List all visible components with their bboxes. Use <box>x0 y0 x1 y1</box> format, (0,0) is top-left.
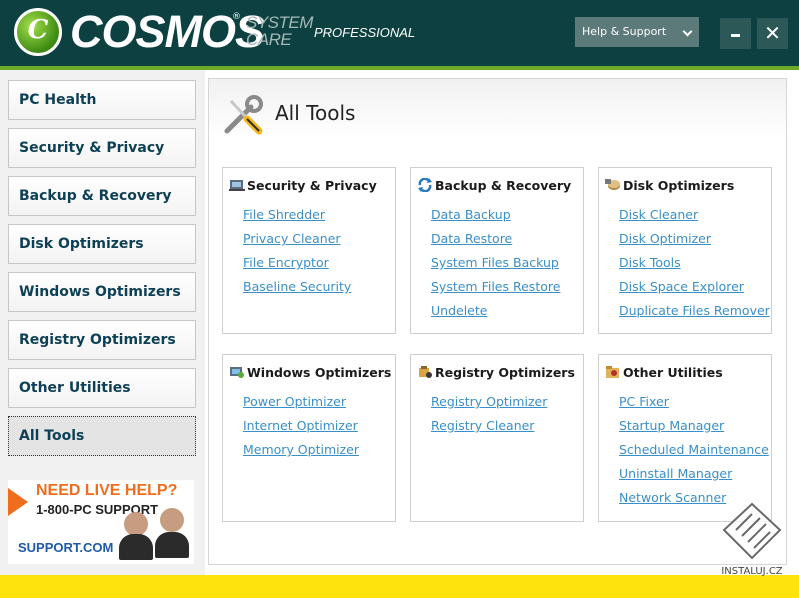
security-icon <box>229 180 245 191</box>
tool-group-other-utilities: Other Utilities PC Fixer Startup Manager… <box>598 354 772 522</box>
page-title: All Tools <box>275 101 356 125</box>
arrow-icon <box>8 488 28 516</box>
tool-group-windows-optimizers: Windows Optimizers Power Optimizer Inter… <box>222 354 396 522</box>
product-name-line1: SYSTEM <box>246 13 313 32</box>
help-support-dropdown[interactable]: Help & Support <box>575 17 699 47</box>
disk-icon <box>605 179 620 190</box>
minimize-button[interactable] <box>720 18 751 49</box>
chevron-down-icon <box>682 26 693 37</box>
sidebar-item-backup-recovery[interactable]: Backup & Recovery <box>8 176 196 216</box>
system-files-restore-link[interactable]: System Files Restore <box>431 279 560 294</box>
close-button[interactable]: ✕ <box>757 18 788 49</box>
title-bar: C COSMOS ® SYSTEM CARE PROFESSIONAL Help… <box>0 0 799 66</box>
tool-group-security-privacy: Security & Privacy File Shredder Privacy… <box>222 167 396 334</box>
memory-optimizer-link[interactable]: Memory Optimizer <box>243 442 359 457</box>
tool-group-registry-optimizers: Registry Optimizers Registry Optimizer R… <box>410 354 584 522</box>
all-tools-panel: All Tools Security & Privacy File Shredd… <box>208 78 787 565</box>
close-icon: ✕ <box>764 21 781 45</box>
data-backup-link[interactable]: Data Backup <box>431 207 511 222</box>
logo-letter: C <box>27 15 49 45</box>
data-restore-link[interactable]: Data Restore <box>431 231 512 246</box>
sidebar-item-pc-health[interactable]: PC Health <box>8 80 196 120</box>
startup-manager-link[interactable]: Startup Manager <box>619 418 724 433</box>
sidebar-item-all-tools[interactable]: All Tools <box>8 416 196 456</box>
help-support-label: Help & Support <box>582 25 667 38</box>
system-files-backup-link[interactable]: System Files Backup <box>431 255 559 270</box>
support-com-logo: SUPPORT.COM <box>18 540 114 555</box>
privacy-cleaner-link[interactable]: Privacy Cleaner <box>243 231 341 246</box>
sidebar-item-disk-optimizers[interactable]: Disk Optimizers <box>8 224 196 264</box>
sidebar-item-windows-optimizers[interactable]: Windows Optimizers <box>8 272 196 312</box>
registry-optimizer-link[interactable]: Registry Optimizer <box>431 394 547 409</box>
tool-group-backup-recovery: Backup & Recovery Data Backup Data Resto… <box>410 167 584 334</box>
file-shredder-link[interactable]: File Shredder <box>243 207 325 222</box>
registered-mark: ® <box>232 12 241 22</box>
disk-cleaner-link[interactable]: Disk Cleaner <box>619 207 698 222</box>
tool-group-title: Registry Optimizers <box>435 365 575 380</box>
backup-icon <box>418 178 432 192</box>
app-window: C COSMOS ® SYSTEM CARE PROFESSIONAL Help… <box>0 0 799 598</box>
minimize-icon <box>731 34 740 37</box>
tool-group-title: Security & Privacy <box>247 178 377 193</box>
utilities-icon <box>606 366 619 378</box>
internet-optimizer-link[interactable]: Internet Optimizer <box>243 418 358 433</box>
cosmos-logo-icon: C <box>14 8 62 56</box>
tool-group-title: Backup & Recovery <box>435 178 572 193</box>
footer-bar <box>0 575 799 598</box>
product-name: SYSTEM CARE <box>246 14 316 48</box>
product-name-line2: CARE <box>246 30 292 49</box>
windows-icon <box>230 367 244 378</box>
instaluj-watermark: INSTALUJ.CZ <box>710 500 794 592</box>
tool-group-title: Disk Optimizers <box>623 178 735 193</box>
registry-cleaner-link[interactable]: Registry Cleaner <box>431 418 534 433</box>
promo-headline: NEED LIVE HELP? <box>36 482 178 499</box>
file-encryptor-link[interactable]: File Encryptor <box>243 255 329 270</box>
sidebar-item-registry-optimizers[interactable]: Registry Optimizers <box>8 320 196 360</box>
disk-optimizer-link[interactable]: Disk Optimizer <box>619 231 711 246</box>
baseline-security-link[interactable]: Baseline Security <box>243 279 351 294</box>
duplicate-files-remover-link[interactable]: Duplicate Files Remover <box>619 303 770 318</box>
edition-label: PROFESSIONAL <box>314 25 416 40</box>
watermark-text: INSTALUJ.CZ <box>721 566 783 577</box>
tool-group-title: Other Utilities <box>623 365 723 380</box>
sidebar-item-other-utilities[interactable]: Other Utilities <box>8 368 196 408</box>
registry-icon <box>419 366 432 378</box>
watermark-icon <box>722 502 782 560</box>
tool-group-disk-optimizers: Disk Optimizers Disk Cleaner Disk Optimi… <box>598 167 772 334</box>
undelete-link[interactable]: Undelete <box>431 303 487 318</box>
tools-icon <box>224 95 263 135</box>
disk-space-explorer-link[interactable]: Disk Space Explorer <box>619 279 744 294</box>
disk-tools-link[interactable]: Disk Tools <box>619 255 681 270</box>
power-optimizer-link[interactable]: Power Optimizer <box>243 394 346 409</box>
uninstall-manager-link[interactable]: Uninstall Manager <box>619 466 732 481</box>
live-help-banner[interactable]: NEED LIVE HELP? 1-800-PC SUPPORT SUPPORT… <box>8 480 194 564</box>
tool-group-title: Windows Optimizers <box>247 365 392 380</box>
sidebar-item-security-privacy[interactable]: Security & Privacy <box>8 128 196 168</box>
scheduled-maintenance-link[interactable]: Scheduled Maintenance <box>619 442 769 457</box>
pc-fixer-link[interactable]: PC Fixer <box>619 394 669 409</box>
